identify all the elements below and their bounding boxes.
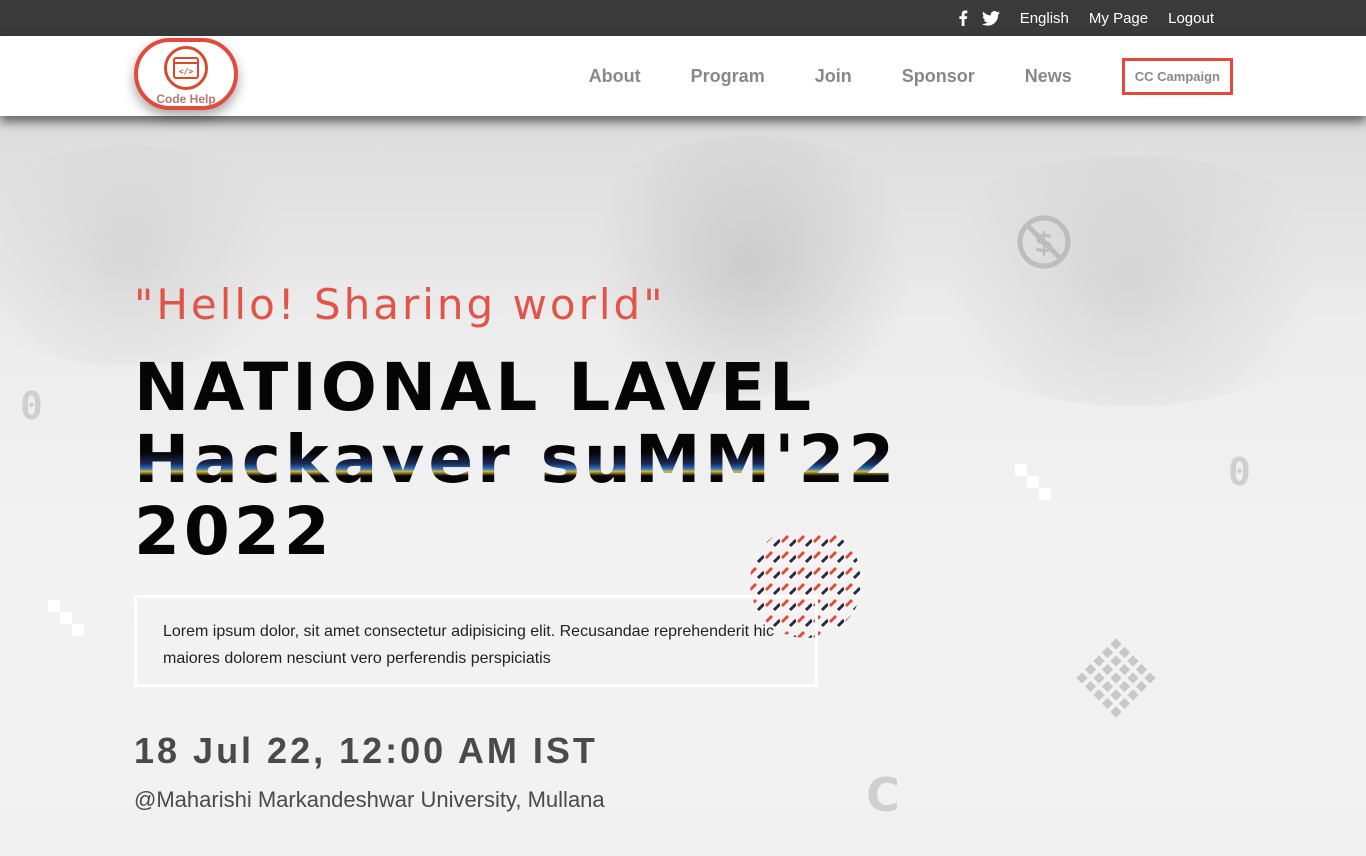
hero-tagline: "Hello! Sharing world" [134, 280, 666, 329]
nav-program[interactable]: Program [691, 66, 765, 87]
logout-link[interactable]: Logout [1168, 10, 1214, 27]
headline-line-1: NATIONAL LAVEL [134, 349, 816, 426]
pixel-steps-decoration [48, 600, 90, 645]
hero-headline: NATIONAL LAVEL Hackaver suMM'22 2022 [134, 352, 1034, 568]
no-dollar-icon: $ [1016, 214, 1072, 275]
background-photo-shape [0, 146, 320, 366]
headline-line-2: Hackaver suMM'22 [134, 424, 1034, 496]
twitter-icon[interactable] [981, 10, 1000, 26]
zero-decoration: 0 [20, 384, 43, 428]
nav-news[interactable]: News [1025, 66, 1072, 87]
social-links [958, 10, 1000, 26]
svg-text:</>: </> [179, 67, 194, 76]
c-letter-decoration: C [866, 768, 900, 822]
nav-menu: About Program Join Sponsor News CC Campa… [589, 36, 1233, 116]
diamond-grid-decoration [1074, 636, 1158, 725]
cc-campaign-button[interactable]: CC Campaign [1121, 57, 1233, 95]
top-bar-links: English My Page Logout [958, 0, 1214, 36]
my-page-link[interactable]: My Page [1089, 10, 1148, 27]
facebook-icon[interactable] [958, 10, 968, 26]
hero-description: Lorem ipsum dolor, sit amet consectetur … [134, 595, 818, 687]
nav-sponsor[interactable]: Sponsor [902, 66, 975, 87]
logo-caption: Code Help [156, 92, 216, 106]
event-datetime: 18 Jul 22, 12:00 AM IST [134, 730, 598, 771]
code-window-icon: </> [164, 46, 208, 90]
main-navbar: </> Code Help About Program Join Sponsor… [0, 36, 1366, 116]
language-link[interactable]: English [1020, 10, 1069, 27]
nav-join[interactable]: Join [815, 66, 852, 87]
nav-about[interactable]: About [589, 66, 641, 87]
hero-section: $ 0 0 C "Hello! Sharing world" NATIONAL … [0, 116, 1366, 856]
headline-line-3: 2022 [134, 493, 334, 570]
event-venue: @Maharishi Markandeshwar University, Mul… [134, 787, 605, 812]
svg-text:$: $ [1034, 226, 1053, 259]
zero-decoration: 0 [1228, 450, 1251, 494]
top-bar: English My Page Logout [0, 0, 1366, 36]
logo[interactable]: </> Code Help [134, 38, 238, 110]
